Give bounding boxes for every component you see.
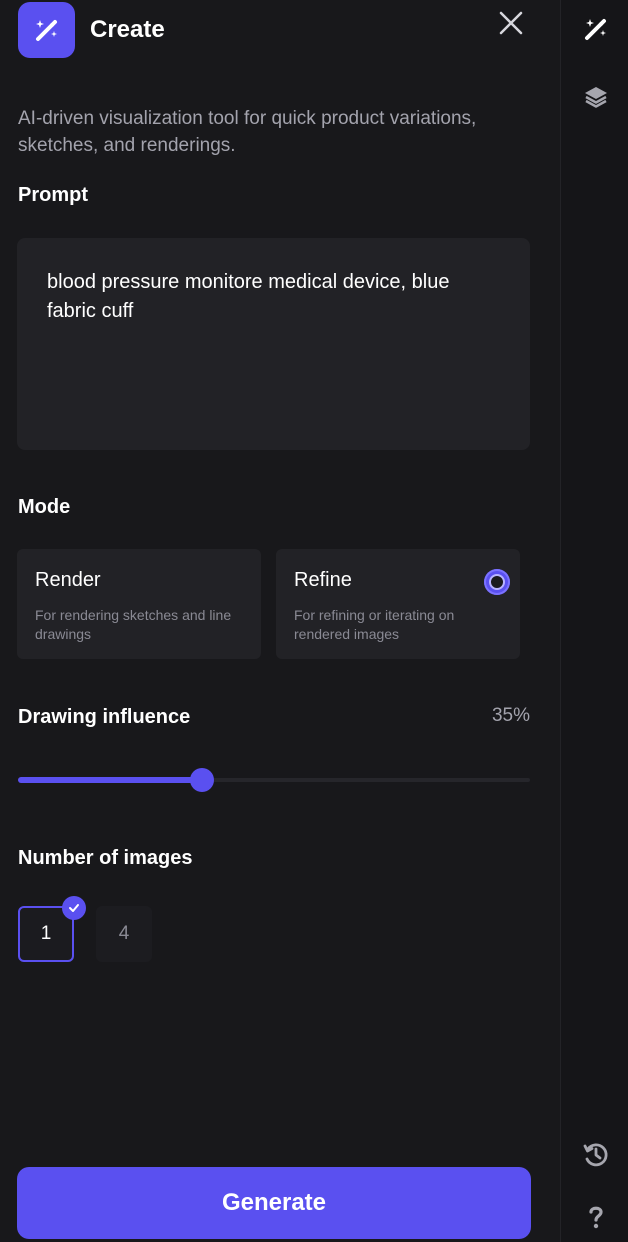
create-tool-window: Create AI-driven visualization tool for … (0, 0, 628, 1242)
number-of-images-label: Number of images (18, 847, 193, 869)
mode-option-refine[interactable]: Refine For refining or iterating on rend… (276, 549, 520, 659)
radio-selected-dot (489, 574, 505, 590)
drawing-influence-value: 35% (491, 705, 530, 726)
slider-thumb[interactable] (190, 768, 214, 792)
magic-wand-icon (18, 2, 75, 58)
image-count-option-4[interactable]: 4 (96, 906, 152, 962)
right-tool-rail (560, 0, 628, 1242)
check-icon (62, 896, 86, 920)
tool-description: AI-driven visualization tool for quick p… (18, 108, 477, 156)
mode-refine-description: For refining or iterating on rendered im… (294, 607, 455, 642)
mode-render-title: Render (35, 569, 101, 591)
drawing-influence-slider[interactable] (18, 766, 530, 794)
prompt-input[interactable]: blood pressure monitore medical device, … (17, 238, 530, 450)
panel-title: Create (90, 16, 165, 43)
rail-help-button[interactable] (581, 1202, 611, 1232)
rail-history-button[interactable] (581, 1140, 611, 1170)
mode-option-render[interactable]: Render For rendering sketches and line d… (17, 549, 261, 659)
close-button[interactable] (496, 8, 526, 38)
generate-button[interactable]: Generate (17, 1167, 531, 1239)
help-icon (589, 1206, 603, 1229)
create-panel: Create AI-driven visualization tool for … (0, 0, 560, 1242)
mode-refine-radio[interactable] (484, 569, 510, 595)
rail-create-button[interactable] (581, 14, 611, 44)
mode-render-description: For rendering sketches and line drawings (35, 607, 232, 642)
prompt-label: Prompt (18, 184, 88, 206)
mode-label: Mode (18, 496, 71, 518)
slider-fill (18, 777, 202, 783)
magic-wand-icon (585, 19, 606, 40)
close-icon (499, 11, 523, 35)
layers-icon (585, 87, 607, 108)
drawing-influence-label: Drawing influence (18, 706, 191, 728)
image-count-options: 1 4 (18, 896, 218, 964)
history-icon (583, 1143, 608, 1167)
mode-refine-title: Refine (294, 569, 352, 591)
panel-header: Create (18, 2, 538, 58)
rail-layers-button[interactable] (581, 82, 611, 112)
